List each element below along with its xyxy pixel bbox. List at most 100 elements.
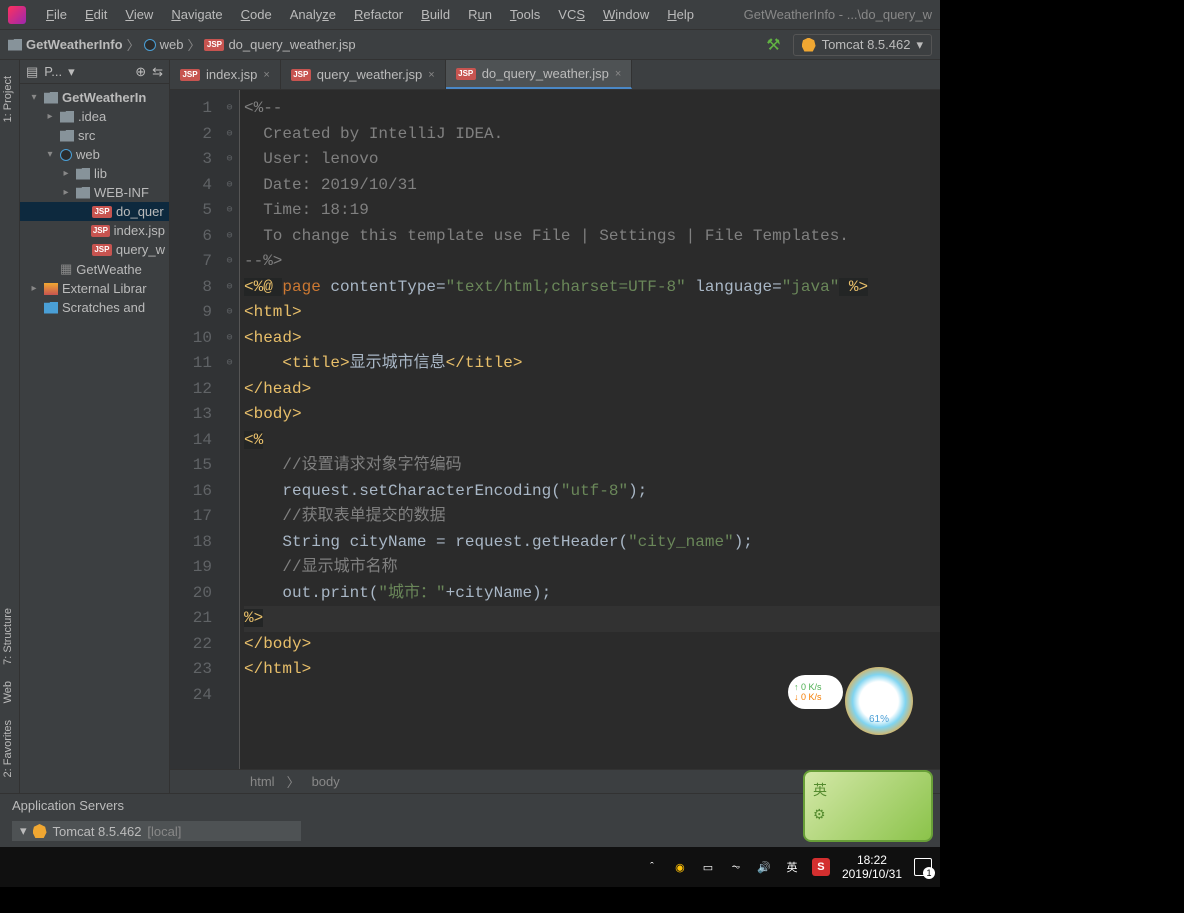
server-item[interactable]: ▾ Tomcat 8.5.462 [local] (12, 821, 301, 841)
line-number[interactable]: 17 (170, 504, 212, 530)
notification-icon[interactable]: 1 (914, 858, 932, 876)
line-number[interactable]: 10 (170, 326, 212, 352)
fold-icon[interactable]: ⊖ (220, 147, 239, 173)
line-number[interactable]: 12 (170, 377, 212, 403)
menu-run[interactable]: Run (460, 5, 500, 24)
fold-icon[interactable]: ⊖ (220, 326, 239, 352)
line-number[interactable]: 4 (170, 173, 212, 199)
menu-file[interactable]: File (38, 5, 75, 24)
menu-code[interactable]: Code (233, 5, 280, 24)
line-number[interactable]: 20 (170, 581, 212, 607)
line-number[interactable]: 19 (170, 555, 212, 581)
line-number[interactable]: 6 (170, 224, 212, 250)
line-number[interactable]: 22 (170, 632, 212, 658)
fold-icon[interactable]: ⊖ (220, 173, 239, 199)
system-clock[interactable]: 18:22 2019/10/31 (842, 853, 902, 881)
volume-icon[interactable]: 🔊 (756, 859, 772, 875)
tree-item[interactable]: ▾web (20, 145, 169, 164)
menu-vcs[interactable]: VCS (550, 5, 593, 24)
menu-window[interactable]: Window (595, 5, 657, 24)
close-icon[interactable]: × (428, 69, 434, 81)
menu-build[interactable]: Build (413, 5, 458, 24)
breadcrumb-tag[interactable]: body (312, 774, 340, 789)
line-number[interactable]: 13 (170, 402, 212, 428)
fold-icon[interactable]: ⊖ (220, 224, 239, 250)
netspeed-widget[interactable]: ↑ 0 K/s ↓ 0 K/s (788, 675, 843, 709)
project-tree[interactable]: ▾GetWeatherIn▸.ideasrc▾web▸lib▸WEB-INFJS… (20, 84, 169, 793)
tree-item[interactable]: JSPindex.jsp (20, 221, 169, 240)
chevron-down-icon[interactable]: ▾ (68, 64, 75, 80)
breadcrumb-web[interactable]: web (144, 37, 184, 52)
line-number[interactable]: 24 (170, 683, 212, 709)
line-number[interactable]: 9 (170, 300, 212, 326)
breadcrumb-file[interactable]: JSP do_query_weather.jsp (204, 37, 355, 52)
tray-chevron-up-icon[interactable]: ˆ (644, 859, 660, 875)
editor-tab[interactable]: JSPindex.jsp× (170, 60, 281, 89)
line-number[interactable]: 23 (170, 657, 212, 683)
sogou-icon[interactable]: S (812, 858, 830, 876)
fold-gutter[interactable]: ⊖⊖⊖⊖⊖⊖⊖⊖⊖⊖⊖ (220, 90, 240, 769)
tree-item[interactable]: ▾GetWeatherIn (20, 88, 169, 107)
fold-icon[interactable]: ⊖ (220, 351, 239, 377)
menu-edit[interactable]: Edit (77, 5, 115, 24)
web-tool-tab[interactable]: Web (0, 673, 16, 711)
line-number[interactable]: 7 (170, 249, 212, 275)
menu-tools[interactable]: Tools (502, 5, 548, 24)
fold-icon[interactable]: ⊖ (220, 300, 239, 326)
tree-item[interactable]: ▸lib (20, 164, 169, 183)
tree-item[interactable]: Scratches and (20, 298, 169, 317)
project-view-label[interactable]: P... (44, 64, 62, 79)
line-number[interactable]: 1 (170, 96, 212, 122)
gear-icon[interactable]: ⚙ (813, 806, 923, 823)
line-number[interactable]: 15 (170, 453, 212, 479)
tree-item[interactable]: ▦GetWeathe (20, 259, 169, 279)
breadcrumb-tag[interactable]: html (250, 774, 275, 789)
editor-tab[interactable]: JSPquery_weather.jsp× (281, 60, 446, 89)
battery-icon[interactable]: ▭ (700, 859, 716, 875)
line-number-gutter[interactable]: 123456789101112131415161718192021222324 (170, 90, 220, 769)
fold-icon[interactable]: ⊖ (220, 122, 239, 148)
line-number[interactable]: 11 (170, 351, 212, 377)
line-number[interactable]: 5 (170, 198, 212, 224)
close-icon[interactable]: × (615, 68, 621, 80)
menu-view[interactable]: View (117, 5, 161, 24)
tree-item[interactable]: JSPquery_w (20, 240, 169, 259)
line-number[interactable]: 21 (170, 606, 212, 632)
tree-item[interactable]: ▸External Librar (20, 279, 169, 298)
line-number[interactable]: 3 (170, 147, 212, 173)
menu-analyze[interactable]: Analyze (282, 5, 344, 24)
tree-item[interactable]: ▸.idea (20, 107, 169, 126)
line-number[interactable]: 14 (170, 428, 212, 454)
editor-tab[interactable]: JSPdo_query_weather.jsp× (446, 60, 633, 89)
fold-icon[interactable]: ⊖ (220, 96, 239, 122)
menu-help[interactable]: Help (659, 5, 702, 24)
menu-refactor[interactable]: Refactor (346, 5, 411, 24)
line-number[interactable]: 8 (170, 275, 212, 301)
assistant-widget[interactable]: 61% (845, 667, 913, 735)
menu-navigate[interactable]: Navigate (163, 5, 230, 24)
tray-app-icon[interactable]: ◉ (672, 859, 688, 875)
ime-indicator[interactable]: 英 (784, 859, 800, 875)
line-number[interactable]: 18 (170, 530, 212, 556)
structure-tool-tab[interactable]: 7: Structure (0, 600, 16, 673)
tree-item[interactable]: JSPdo_quer (20, 202, 169, 221)
app-servers-title[interactable]: Application Servers (0, 794, 940, 817)
wifi-icon[interactable]: ⏦ (728, 859, 744, 875)
tree-item[interactable]: src (20, 126, 169, 145)
build-icon[interactable]: ⚒ (766, 35, 780, 55)
fold-icon[interactable]: ⊖ (220, 198, 239, 224)
run-config-selector[interactable]: Tomcat 8.5.462 ▾ (793, 34, 932, 56)
ime-widget[interactable]: 英 ⚙ (803, 770, 933, 842)
project-tool-tab[interactable]: 1: Project (0, 68, 16, 130)
breadcrumb-project[interactable]: GetWeatherInfo (8, 37, 123, 52)
code-area[interactable]: <%-- Created by IntelliJ IDEA. User: len… (240, 90, 940, 769)
favorites-tool-tab[interactable]: 2: Favorites (0, 712, 16, 785)
close-icon[interactable]: × (263, 69, 269, 81)
tree-item[interactable]: ▸WEB-INF (20, 183, 169, 202)
target-icon[interactable]: ⊕ (135, 64, 146, 80)
settings-icon[interactable]: ⇆ (152, 64, 163, 80)
fold-icon[interactable]: ⊖ (220, 249, 239, 275)
fold-icon[interactable]: ⊖ (220, 275, 239, 301)
line-number[interactable]: 16 (170, 479, 212, 505)
editor-content[interactable]: 123456789101112131415161718192021222324 … (170, 90, 940, 769)
